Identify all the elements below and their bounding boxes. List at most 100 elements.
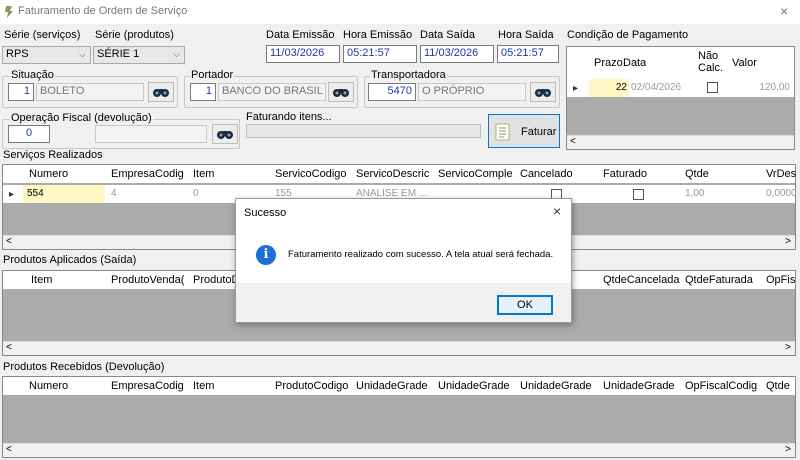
- serie-produtos-select[interactable]: SÉRIE 1 ⌵: [93, 46, 185, 64]
- empresa-cell: 4: [111, 188, 117, 199]
- hora-emissao-label: Hora Emissão: [343, 29, 413, 41]
- produtos-aplicados-scrollbar[interactable]: < >: [3, 341, 795, 355]
- chevron-down-icon: ⌵: [173, 49, 180, 59]
- faturar-button-label: Faturar: [521, 126, 557, 138]
- serie-produtos-label: Série (produtos): [95, 29, 174, 41]
- col-numero: Numero: [29, 168, 69, 180]
- scroll-right-icon[interactable]: >: [785, 342, 791, 353]
- dialog-footer: OK: [236, 283, 571, 322]
- hora-saida-field[interactable]: 05:21:57: [497, 45, 559, 63]
- serie-produtos-value: SÉRIE 1: [97, 48, 140, 60]
- produtos-recebidos-scrollbar[interactable]: < >: [3, 443, 795, 457]
- col-valor: Valor: [732, 57, 757, 69]
- data-saida-label: Data Saída: [420, 29, 476, 41]
- col-qtde: Qtde: [766, 380, 790, 392]
- col-numero: Numero: [29, 380, 69, 392]
- col-servico-codigo: ServicoCodigo: [275, 168, 347, 180]
- pagamento-header: Prazo Data Não Calc. Valor: [567, 47, 794, 79]
- ok-button[interactable]: OK: [497, 295, 553, 315]
- col-data: Data: [623, 57, 647, 69]
- numero-cell[interactable]: 554: [27, 188, 44, 199]
- portador-code-field[interactable]: 1: [190, 83, 216, 101]
- faturar-button[interactable]: Faturar: [488, 114, 560, 148]
- dialog-close-button[interactable]: ×: [553, 203, 561, 219]
- hora-emissao-field[interactable]: 05:21:57: [343, 45, 417, 63]
- col-empresa: EmpresaCodig: [111, 168, 184, 180]
- pagamento-label: Condição de Pagamento: [567, 29, 689, 41]
- col-produto-codigo: ProdutoCodigo: [275, 380, 349, 392]
- scroll-right-icon[interactable]: >: [785, 444, 791, 455]
- search-binoculars-icon[interactable]: [212, 124, 238, 144]
- dialog-title: Sucesso: [244, 207, 287, 219]
- col-nao-calc: Não Calc.: [698, 50, 723, 74]
- col-op-fis: OpFis: [766, 274, 796, 286]
- serie-servicos-select[interactable]: RPS ⌵: [2, 46, 91, 64]
- transportadora-label: Transportadora: [370, 69, 447, 81]
- data-saida-field[interactable]: 11/03/2026: [420, 45, 494, 63]
- invoice-list-icon: [495, 123, 510, 141]
- scroll-left-icon[interactable]: <: [6, 342, 12, 353]
- title-bar: Faturamento de Ordem de Serviço ×: [0, 0, 800, 24]
- col-faturado: Faturado: [603, 168, 648, 180]
- data-emissao-label: Data Emissão: [266, 29, 335, 41]
- hora-saida-label: Hora Saída: [498, 29, 554, 41]
- col-unidade-grade-3: UnidadeGrade: [520, 380, 592, 392]
- col-item: Item: [193, 168, 215, 180]
- col-empresa: EmpresaCodig: [111, 380, 184, 392]
- situacao-desc-field: BOLETO: [36, 83, 144, 101]
- col-unidade-grade-1: UnidadeGrade: [356, 380, 428, 392]
- search-binoculars-icon[interactable]: [148, 82, 174, 102]
- data-cell: 02/04/2026: [631, 82, 682, 93]
- scroll-right-icon[interactable]: >: [785, 236, 791, 247]
- app-icon: [5, 6, 13, 18]
- row-indicator-icon: ▸: [9, 189, 15, 200]
- item-cell: 0: [193, 188, 199, 199]
- pagamento-scrollbar[interactable]: <: [567, 135, 794, 149]
- produtos-aplicados-label: Produtos Aplicados (Saída): [3, 254, 137, 266]
- col-item: Item: [193, 380, 215, 392]
- operacao-fiscal-code-field[interactable]: 0: [8, 125, 50, 143]
- valor-cell: 120,00: [759, 82, 790, 93]
- search-binoculars-icon[interactable]: [530, 82, 556, 102]
- produtos-recebidos-grid[interactable]: Numero EmpresaCodig Item ProdutoCodigo U…: [2, 376, 796, 458]
- chevron-down-icon: ⌵: [79, 49, 86, 59]
- serie-servicos-label: Série (serviços): [4, 29, 81, 41]
- serie-servicos-value: RPS: [6, 48, 29, 60]
- window-close-button[interactable]: ×: [780, 3, 788, 19]
- portador-desc-field: BANCO DO BRASIL: [218, 83, 326, 101]
- data-emissao-field[interactable]: 11/03/2026: [266, 45, 340, 63]
- col-vrdes: VrDes: [766, 168, 797, 180]
- nao-calc-checkbox[interactable]: [707, 82, 718, 93]
- transportadora-code-field[interactable]: 5470: [368, 83, 416, 101]
- col-nao-calc-line2: Calc.: [698, 62, 724, 74]
- situacao-code-field[interactable]: 1: [8, 83, 34, 101]
- col-op-fiscal-codigo: OpFiscalCodig: [685, 380, 758, 392]
- col-qtde: Qtde: [685, 168, 709, 180]
- operacao-fiscal-label: Operação Fiscal (devolução): [10, 112, 153, 124]
- pagamento-row[interactable]: ▸ 22 02/04/2026 120,00: [567, 79, 794, 97]
- faturando-label: Faturando itens...: [246, 111, 332, 123]
- col-nao-calc-line1: Não: [698, 50, 719, 62]
- scroll-left-icon[interactable]: <: [570, 136, 576, 147]
- prazo-cell[interactable]: 22: [589, 82, 627, 93]
- info-icon: i: [256, 245, 276, 265]
- scroll-left-icon[interactable]: <: [6, 236, 12, 247]
- faturado-checkbox[interactable]: [633, 189, 644, 200]
- scroll-left-icon[interactable]: <: [6, 444, 12, 455]
- produtos-recebidos-header: Numero EmpresaCodig Item ProdutoCodigo U…: [3, 377, 795, 395]
- produtos-recebidos-label: Produtos Recebidos (Devolução): [3, 361, 165, 373]
- qtde-cell: 1,00: [685, 188, 705, 199]
- col-unidade-grade-4: UnidadeGrade: [603, 380, 675, 392]
- pagamento-grid[interactable]: Prazo Data Não Calc. Valor ▸ 22 02/04/20…: [566, 46, 795, 150]
- servicos-header: Numero EmpresaCodig Item ServicoCodigo S…: [3, 165, 797, 183]
- success-dialog: Sucesso × i Faturamento realizado com su…: [235, 198, 572, 323]
- vrdes-cell: 0,0000: [766, 188, 797, 199]
- col-produto-d: ProdutoD: [193, 274, 239, 286]
- faturando-progress-bar: [246, 124, 481, 138]
- dialog-message: Faturamento realizado com sucesso. A tel…: [288, 249, 554, 260]
- col-produto-venda: ProdutoVenda(: [111, 274, 185, 286]
- operacao-fiscal-desc-field: [95, 125, 207, 143]
- col-prazo: Prazo: [594, 57, 623, 69]
- search-binoculars-icon[interactable]: [328, 82, 354, 102]
- row-indicator-icon: ▸: [573, 83, 579, 94]
